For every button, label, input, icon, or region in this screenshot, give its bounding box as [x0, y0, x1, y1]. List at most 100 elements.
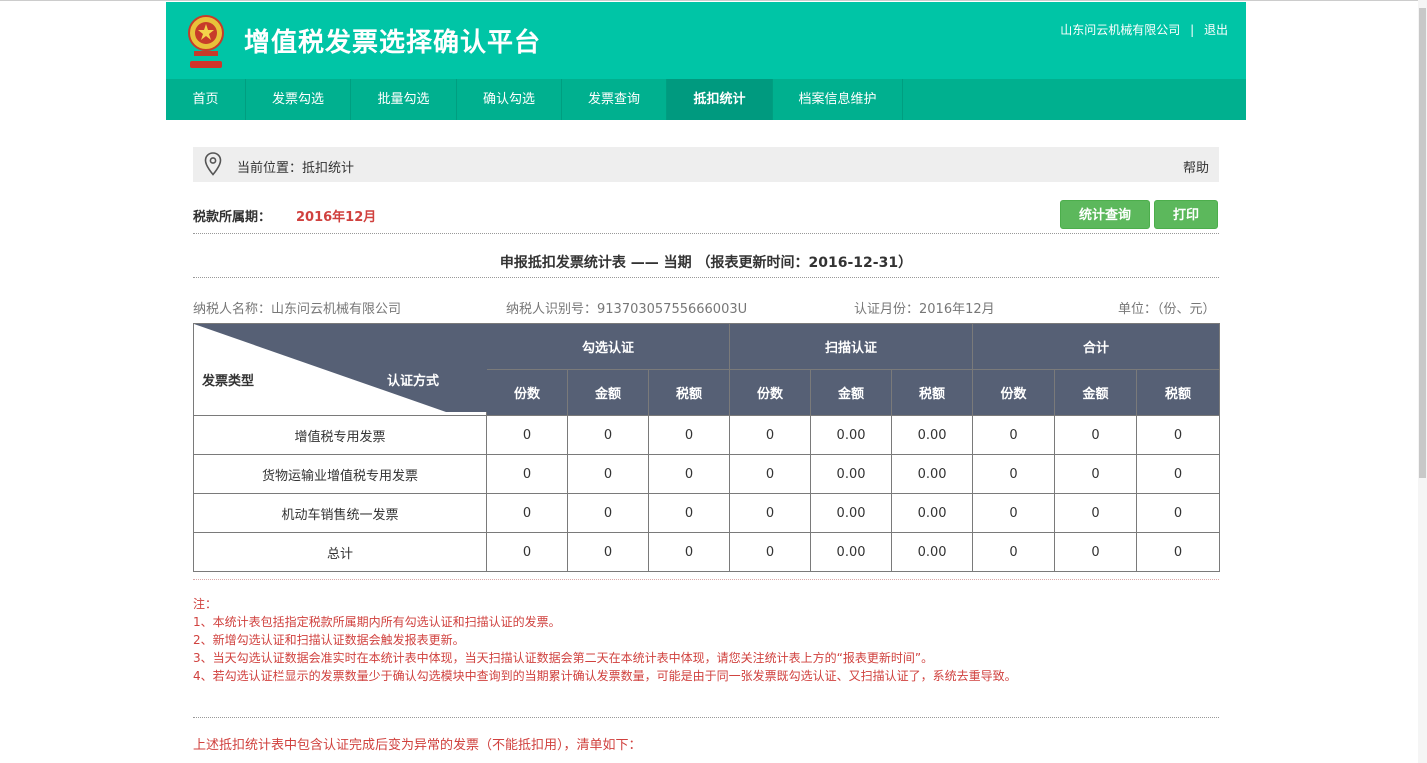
table-cell: 0	[729, 532, 812, 572]
table-cell: 0	[1136, 454, 1221, 494]
main-content: 当前位置：抵扣统计 帮助 税款所属期： 2016年12月 统计查询 打印 申报抵…	[166, 120, 1246, 763]
app-header: 增值税发票选择确认平台 山东问云机械有限公司 | 退出	[166, 2, 1246, 79]
table-cell: 0	[567, 454, 649, 494]
taxpayer-id: 纳税人识别号：91370305755666003U	[506, 302, 748, 317]
nav-item-confirm-select[interactable]: 确认勾选	[457, 79, 562, 120]
location-pin-icon	[204, 152, 222, 180]
note-item: 1、本统计表包括指定税款所属期内所有勾选认证和扫描认证的发票。	[193, 615, 561, 629]
unit-label: 单位：（份、元）	[1118, 302, 1216, 317]
column-header: 份数	[486, 369, 568, 416]
table-corner-header: 发票类型 认证方式	[193, 323, 487, 416]
table-cell: 0	[1054, 532, 1138, 572]
table-cell: 0	[1054, 454, 1138, 494]
table-cell: 0	[729, 493, 812, 533]
table-cell: 0	[972, 493, 1056, 533]
table-cell: 0	[1054, 493, 1138, 533]
scrollbar-thumb[interactable]	[1419, 8, 1426, 478]
table-cell: 0.00	[891, 493, 974, 533]
column-header: 税额	[1136, 369, 1221, 416]
user-separator: |	[1190, 23, 1195, 37]
table-cell: 0	[1136, 415, 1221, 455]
table-cell: 0.00	[810, 454, 893, 494]
nav-item-deduction-stats[interactable]: 抵扣统计	[667, 79, 773, 120]
column-header: 份数	[729, 369, 812, 416]
table-row: 机动车销售统一发票 0 0 0 0 0.00 0.00 0 0 0	[193, 493, 1221, 533]
row-type-cell: 货物运输业增值税专用发票	[193, 454, 487, 494]
nav-item-invoice-select[interactable]: 发票勾选	[246, 79, 351, 120]
table-cell: 0	[486, 532, 568, 572]
divider	[193, 579, 1219, 580]
column-header: 金额	[810, 369, 893, 416]
note-item: 3、当天勾选认证数据会准实时在本统计表中体现，当天扫描认证数据会第二天在本统计表…	[193, 651, 934, 665]
tax-period-value: 2016年12月	[296, 210, 377, 225]
table-cell: 0	[486, 493, 568, 533]
note-item: 2、新增勾选认证和扫描认证数据会触发报表更新。	[193, 633, 465, 647]
row-type-cell: 机动车销售统一发票	[193, 493, 487, 533]
breadcrumb: 当前位置：抵扣统计 帮助	[193, 147, 1219, 182]
table-cell: 0	[647, 454, 731, 494]
row-type-cell: 总计	[193, 532, 487, 572]
logout-link[interactable]: 退出	[1204, 23, 1228, 37]
table-cell: 0	[729, 454, 812, 494]
user-area: 山东问云机械有限公司 | 退出	[1060, 21, 1228, 38]
nav-item-home[interactable]: 首页	[166, 79, 246, 120]
window-top-border	[0, 0, 1427, 1]
help-link[interactable]: 帮助	[1183, 157, 1209, 176]
tax-period-label: 税款所属期：	[193, 210, 272, 225]
stats-query-button[interactable]: 统计查询	[1060, 200, 1150, 229]
taxpayer-name: 纳税人名称：山东问云机械有限公司	[193, 302, 402, 317]
table-cell: 0.00	[810, 493, 893, 533]
main-nav: 首页 发票勾选 批量勾选 确认勾选 发票查询 抵扣统计 档案信息维护	[166, 79, 1246, 120]
company-name: 山东问云机械有限公司	[1060, 23, 1181, 37]
table-cell: 0.00	[891, 532, 974, 572]
table-cell: 0	[647, 532, 731, 572]
notes-title: 注：	[193, 597, 218, 611]
table-row: 货物运输业增值税专用发票 0 0 0 0 0.00 0.00 0 0 0	[193, 454, 1221, 494]
corner-label-invoice-type: 发票类型	[202, 374, 255, 389]
print-button[interactable]: 打印	[1154, 200, 1218, 229]
table-cell: 0	[972, 454, 1056, 494]
app-title: 增值税发票选择确认平台	[244, 28, 542, 58]
table-cell: 0.00	[891, 454, 974, 494]
table-cell: 0	[647, 493, 731, 533]
group-header: 勾选认证	[485, 323, 731, 370]
table-cell: 0.00	[810, 415, 893, 455]
column-header: 税额	[647, 369, 731, 416]
divider	[193, 233, 1219, 234]
divider	[193, 717, 1219, 718]
table-row: 增值税专用发票 0 0 0 0 0.00 0.00 0 0 0	[193, 415, 1221, 455]
table-cell: 0	[729, 415, 812, 455]
nav-item-invoice-query[interactable]: 发票查询	[562, 79, 667, 120]
table-cell: 0	[486, 415, 568, 455]
row-type-cell: 增值税专用发票	[193, 415, 487, 455]
column-header: 份数	[972, 369, 1056, 416]
deduction-stats-table: 发票类型 认证方式 勾选认证 扫描认证 合计 份数 金额 税额 份数 金额 税额…	[193, 323, 1221, 572]
notes-section: 注： 1、本统计表包括指定税款所属期内所有勾选认证和扫描认证的发票。 2、新增勾…	[193, 595, 1017, 685]
table-cell: 0	[567, 415, 649, 455]
column-header: 金额	[1054, 369, 1138, 416]
page-scrollbar[interactable]	[1418, 0, 1427, 763]
cert-month: 认证月份：2016年12月	[854, 302, 995, 317]
tax-emblem-logo	[184, 11, 228, 71]
divider	[193, 277, 1219, 278]
report-title: 申报抵扣发票统计表 —— 当期 （报表更新时间：2016-12-31）	[499, 255, 913, 271]
corner-label-cert-method: 认证方式	[387, 374, 440, 389]
nav-item-batch-select[interactable]: 批量勾选	[351, 79, 457, 120]
column-header: 金额	[567, 369, 649, 416]
group-header: 合计	[972, 323, 1221, 370]
breadcrumb-text: 当前位置：抵扣统计	[237, 161, 355, 176]
table-row-total: 总计 0 0 0 0 0.00 0.00 0 0 0	[193, 532, 1221, 572]
table-cell: 0	[1136, 493, 1221, 533]
table-cell: 0.00	[891, 415, 974, 455]
table-cell: 0.00	[810, 532, 893, 572]
table-cell: 0	[567, 532, 649, 572]
table-cell: 0	[486, 454, 568, 494]
nav-item-archive-maintenance[interactable]: 档案信息维护	[773, 79, 903, 120]
table-cell: 0	[647, 415, 731, 455]
table-cell: 0	[567, 493, 649, 533]
table-cell: 0	[1054, 415, 1138, 455]
abnormal-invoice-list-title: 上述抵扣统计表中包含认证完成后变为异常的发票（不能抵扣用），清单如下：	[193, 738, 642, 753]
table-cell: 0	[1136, 532, 1221, 572]
group-header: 扫描认证	[729, 323, 974, 370]
table-cell: 0	[972, 532, 1056, 572]
